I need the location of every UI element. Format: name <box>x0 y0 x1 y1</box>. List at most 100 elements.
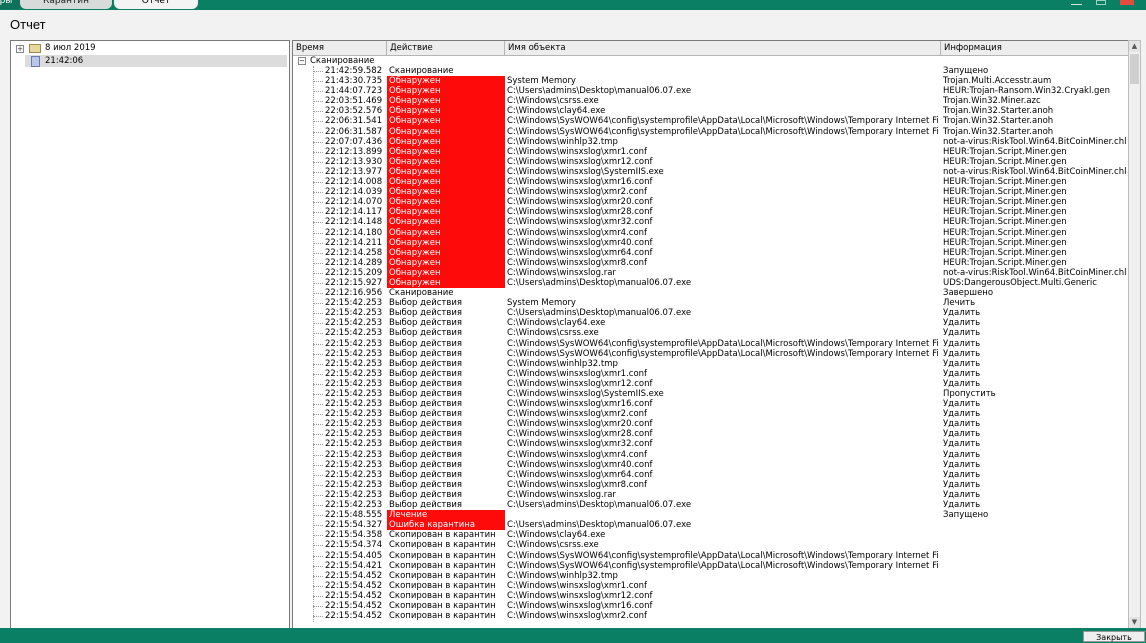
maximize-icon[interactable] <box>1096 0 1106 5</box>
table-row[interactable]: 22:03:52.576 Обнаружен C:\Windows\clay64.e… <box>293 106 1128 117</box>
table-row[interactable]: 22:12:14.211 Обнаружен C:\Windows\winsxslo… <box>293 237 1128 248</box>
table-row[interactable]: 22:15:42.253 Выбор действия C:\Windows\win… <box>293 369 1128 379</box>
close-button[interactable]: Закрыть <box>1083 631 1145 642</box>
table-row[interactable]: 22:15:42.253 Выбор действия C:\Windows\Sys… <box>293 339 1128 349</box>
row-object: C:\Windows\winsxslog\xmr64.conf <box>507 469 653 480</box>
row-action: Скопирован в карантин <box>389 580 496 591</box>
row-action: Обнаружен <box>387 207 505 218</box>
table-row[interactable]: 21:42:59.582 Сканирование Запущено <box>293 66 1128 76</box>
vertical-scrollbar[interactable]: ▲ ▼ <box>1128 40 1141 629</box>
table-row[interactable]: 22:15:54.405 Скопирован в карантин C:\Wind… <box>293 551 1128 561</box>
table-row[interactable]: 22:15:54.421 Скопирован в карантин C:\Wind… <box>293 561 1128 571</box>
table-row[interactable]: 22:12:15.209 Обнаружен C:\Windows\winsxslo… <box>293 267 1128 278</box>
tree-tick <box>313 212 323 214</box>
table-row[interactable]: 22:15:54.452 Скопирован в карантин C:\Wind… <box>293 601 1128 611</box>
table-row[interactable]: 22:15:42.253 Выбор действия C:\Windows\win… <box>293 450 1128 460</box>
table-row[interactable]: 22:12:14.258 Обнаружен C:\Windows\winsxslo… <box>293 247 1128 258</box>
scroll-down-icon[interactable]: ▼ <box>1129 617 1140 628</box>
table-row[interactable]: 22:12:13.977 Обнаружен C:\Windows\winsxslo… <box>293 166 1128 178</box>
close-icon[interactable] <box>1120 0 1134 5</box>
page-title: Отчет <box>10 17 46 32</box>
table-row[interactable]: 22:15:54.452 Скопирован в карантин C:\Wind… <box>293 591 1128 601</box>
tree-item-time[interactable]: 21:42:06 <box>25 55 287 67</box>
row-object: C:\Windows\SysWOW64\config\systemprofile… <box>507 116 939 127</box>
table-row[interactable]: 22:03:51.469 Обнаружен C:\Windows\csrss.ex… <box>293 96 1128 107</box>
column-object[interactable]: Имя объекта <box>505 41 941 55</box>
table-row[interactable]: 22:12:13.899 Обнаружен C:\Windows\winsxslo… <box>293 146 1128 157</box>
table-row[interactable]: 22:15:42.253 Выбор действия C:\Windows\win… <box>293 359 1128 369</box>
collapse-icon[interactable]: − <box>298 57 306 65</box>
table-row[interactable]: 22:15:48.555 Лечение Запущено <box>293 510 1128 521</box>
column-info[interactable]: Информация <box>941 41 1128 55</box>
tab-previous[interactable]: ры <box>0 0 22 9</box>
table-row[interactable]: 22:12:13.930 Обнаружен C:\Windows\winsxslo… <box>293 156 1128 167</box>
table-row[interactable]: 22:15:42.253 Выбор действия C:\Windows\win… <box>293 409 1128 419</box>
table-row[interactable]: 22:15:54.358 Скопирован в карантин C:\Wind… <box>293 530 1128 540</box>
table-row[interactable]: 21:43:30.735 Обнаружен System Memory Trojan… <box>293 76 1128 87</box>
event-list[interactable]: Время Действие Имя объекта Информация − … <box>292 40 1129 629</box>
table-row[interactable]: 22:15:42.253 Выбор действия C:\Windows\win… <box>293 439 1128 449</box>
table-row[interactable]: 22:15:42.253 Выбор действия C:\Windows\win… <box>293 490 1128 500</box>
table-row[interactable]: 21:44:07.723 Обнаружен C:\Users\admins\Des… <box>293 86 1128 97</box>
table-row[interactable]: 22:15:42.253 Выбор действия C:\Users\admin… <box>293 308 1128 318</box>
table-row[interactable]: 22:07:07.436 Обнаружен C:\Windows\winhlp32… <box>293 136 1128 147</box>
table-row[interactable]: 22:12:14.289 Обнаружен C:\Windows\winsxslo… <box>293 257 1128 268</box>
group-scan[interactable]: − Сканирование <box>293 56 1128 66</box>
expand-icon[interactable]: + <box>16 45 24 53</box>
column-action[interactable]: Действие <box>387 41 505 55</box>
row-time: 22:15:42.253 <box>325 399 383 410</box>
row-action: Скопирован в карантин <box>389 550 496 561</box>
scroll-thumb[interactable] <box>1130 54 1139 84</box>
tab-strip: ры Карантин Отчет <box>0 0 1146 10</box>
table-row[interactable]: 22:12:15.927 Обнаружен C:\Users\admins\Des… <box>293 277 1128 289</box>
tree-tick <box>313 605 323 607</box>
scroll-up-icon[interactable]: ▲ <box>1129 41 1140 52</box>
table-row[interactable]: 22:12:16.956 Сканирование Завершено <box>293 288 1128 298</box>
table-row[interactable]: 22:15:42.253 Выбор действия C:\Windows\win… <box>293 389 1128 399</box>
table-row[interactable]: 22:15:42.253 Выбор действия C:\Windows\win… <box>293 470 1128 480</box>
tree-item-date[interactable]: + 8 июл 2019 <box>11 42 287 54</box>
tree-tick <box>313 303 323 305</box>
row-time: 22:12:14.070 <box>325 197 383 208</box>
row-info: HEUR:Trojan.Script.Miner.gen <box>943 177 1067 188</box>
table-row[interactable]: 22:15:42.253 Выбор действия C:\Users\admin… <box>293 500 1128 510</box>
table-row[interactable]: 22:12:14.008 Обнаружен C:\Windows\winsxslo… <box>293 177 1128 188</box>
column-time[interactable]: Время <box>293 41 387 55</box>
table-row[interactable]: 22:15:54.452 Скопирован в карантин C:\Wind… <box>293 571 1128 581</box>
table-row[interactable]: 22:15:54.452 Скопирован в карантин C:\Wind… <box>293 611 1128 621</box>
table-row[interactable]: 22:15:42.253 Выбор действия C:\Windows\win… <box>293 480 1128 490</box>
table-row[interactable]: 22:15:42.253 Выбор действия C:\Windows\csr… <box>293 328 1128 338</box>
table-row[interactable]: 22:15:54.452 Скопирован в карантин C:\Wind… <box>293 581 1128 591</box>
table-row[interactable]: 22:15:54.374 Скопирован в карантин C:\Wind… <box>293 540 1128 550</box>
row-object: C:\Users\admins\Desktop\manual06.07.exe <box>507 520 692 531</box>
tab-quarantine[interactable]: Карантин <box>20 0 112 9</box>
table-row[interactable]: 22:15:54.327 Ошибка карантина C:\Users\adm… <box>293 520 1128 531</box>
table-row[interactable]: 22:15:42.253 Выбор действия C:\Windows\win… <box>293 419 1128 429</box>
table-row[interactable]: 22:12:14.039 Обнаружен C:\Windows\winsxslo… <box>293 187 1128 198</box>
table-row[interactable]: 22:12:14.117 Обнаружен C:\Windows\winsxslo… <box>293 207 1128 218</box>
table-row[interactable]: 22:15:42.253 Выбор действия C:\Windows\cla… <box>293 318 1128 328</box>
row-time: 22:12:15.927 <box>325 277 383 288</box>
tree-tick <box>313 222 323 224</box>
row-object: C:\Windows\winsxslog\SystemIIS.exe <box>507 389 664 399</box>
table-row[interactable]: 22:15:42.253 Выбор действия C:\Windows\win… <box>293 399 1128 409</box>
row-object: C:\Windows\winhlp32.tmp <box>507 358 618 369</box>
table-row[interactable]: 22:06:31.587 Обнаружен C:\Windows\SysWOW64… <box>293 126 1128 137</box>
table-row[interactable]: 22:12:14.180 Обнаружен C:\Windows\winsxslo… <box>293 227 1128 238</box>
table-row[interactable]: 22:15:42.253 Выбор действия C:\Windows\win… <box>293 460 1128 470</box>
table-row[interactable]: 22:15:42.253 Выбор действия C:\Windows\win… <box>293 379 1128 389</box>
table-row[interactable]: 22:15:42.253 Выбор действия C:\Windows\Sys… <box>293 349 1128 359</box>
table-row[interactable]: 22:15:42.253 Выбор действия C:\Windows\win… <box>293 429 1128 439</box>
table-row[interactable]: 22:15:42.253 Выбор действия System Memory Л… <box>293 298 1128 308</box>
table-row[interactable]: 22:12:14.070 Обнаружен C:\Windows\winsxslo… <box>293 197 1128 208</box>
table-row[interactable]: 22:12:14.148 Обнаружен C:\Windows\winsxslo… <box>293 217 1128 228</box>
table-row[interactable]: 22:06:31.541 Обнаружен C:\Windows\SysWOW64… <box>293 116 1128 127</box>
tree-tick <box>313 555 323 557</box>
tab-report[interactable]: Отчет <box>114 0 198 9</box>
minimize-icon[interactable] <box>1071 4 1082 5</box>
row-time: 22:15:42.253 <box>325 358 383 369</box>
row-info: HEUR:Trojan.Script.Miner.gen <box>943 247 1067 258</box>
row-info: HEUR:Trojan.Script.Miner.gen <box>943 257 1067 268</box>
row-action: Выбор действия <box>389 479 462 490</box>
row-info: Лечить <box>943 298 976 309</box>
